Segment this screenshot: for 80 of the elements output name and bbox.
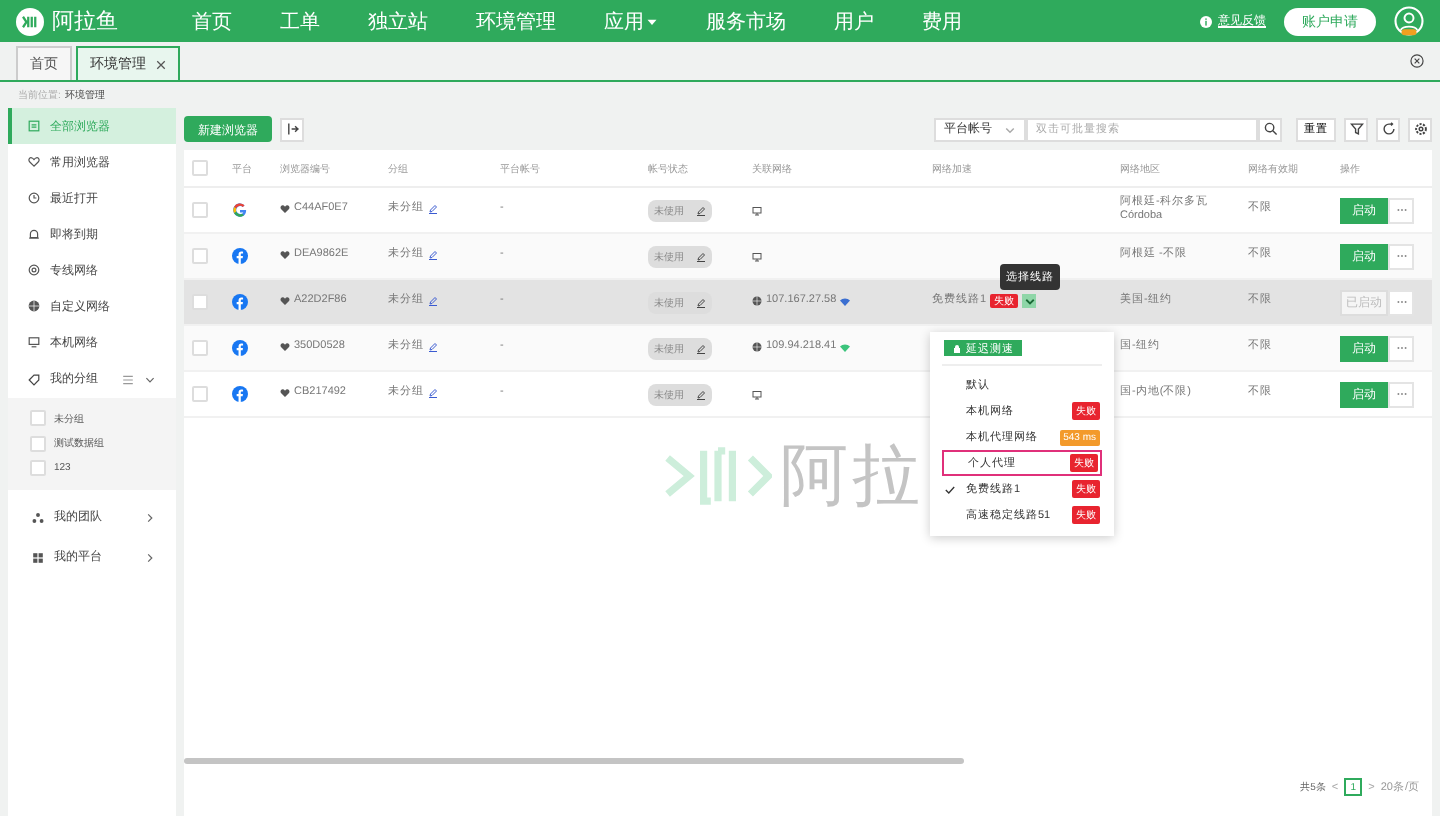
globe-icon bbox=[28, 300, 40, 312]
heart-icon[interactable] bbox=[280, 250, 290, 261]
nav-link[interactable]: 用户 bbox=[810, 7, 898, 35]
close-icon[interactable] bbox=[1410, 54, 1424, 68]
edit-icon[interactable] bbox=[428, 342, 438, 353]
nav-link[interactable]: 独立站 bbox=[344, 7, 452, 35]
edit-icon[interactable] bbox=[428, 296, 438, 307]
facebook-icon bbox=[232, 386, 248, 402]
grid-icon bbox=[32, 551, 44, 563]
filter-icon bbox=[1349, 122, 1363, 136]
nav-link[interactable]: 应用 bbox=[580, 7, 682, 35]
globe-icon bbox=[752, 342, 762, 353]
watermark-text: 阿拉 bbox=[780, 436, 924, 518]
app-name: 阿拉鱼 bbox=[52, 8, 118, 36]
edit-icon[interactable] bbox=[428, 204, 438, 215]
caret-icon bbox=[646, 15, 658, 27]
check-icon bbox=[944, 483, 956, 495]
edit-icon[interactable] bbox=[428, 250, 438, 261]
search-icon bbox=[1263, 122, 1277, 136]
chevron-icon bbox=[1004, 123, 1016, 135]
edit-icon[interactable] bbox=[696, 297, 706, 307]
refresh-icon bbox=[1381, 122, 1395, 136]
edit-icon[interactable] bbox=[696, 389, 706, 399]
checkbox[interactable] bbox=[30, 460, 46, 477]
list-icon[interactable] bbox=[122, 373, 134, 385]
tag-icon bbox=[28, 373, 40, 385]
chevron-icon bbox=[144, 373, 156, 385]
chevron-icon bbox=[144, 511, 156, 523]
team-icon bbox=[32, 511, 44, 523]
heart-icon[interactable] bbox=[280, 388, 290, 399]
settings-button[interactable] bbox=[1408, 117, 1432, 141]
edit-icon[interactable] bbox=[696, 205, 706, 215]
heart-icon[interactable] bbox=[280, 296, 290, 307]
nav-link[interactable]: 费用 bbox=[898, 7, 986, 35]
avatar-icon[interactable] bbox=[1394, 6, 1424, 36]
refresh-button[interactable] bbox=[1376, 117, 1400, 141]
nav-link[interactable]: 环境管理 bbox=[452, 7, 580, 35]
settings-icon bbox=[1413, 122, 1427, 136]
edit-icon[interactable] bbox=[428, 388, 438, 399]
nav-link[interactable]: 工单 bbox=[256, 7, 344, 35]
chevron-icon bbox=[144, 551, 156, 563]
close-icon[interactable] bbox=[156, 59, 166, 69]
edit-icon[interactable] bbox=[696, 251, 706, 261]
checkbox[interactable] bbox=[192, 386, 208, 402]
checkbox[interactable] bbox=[192, 340, 208, 356]
nav-link[interactable]: 首页 bbox=[176, 7, 256, 35]
alarm-icon bbox=[28, 228, 40, 240]
facebook-icon bbox=[232, 248, 248, 264]
chevron-icon bbox=[1023, 295, 1036, 308]
lock-icon bbox=[952, 343, 962, 353]
checkbox[interactable] bbox=[192, 202, 208, 218]
line-select-button[interactable] bbox=[1022, 294, 1037, 309]
export-icon bbox=[285, 122, 299, 136]
facebook-icon bbox=[232, 294, 248, 310]
facebook-icon bbox=[232, 340, 248, 356]
edit-icon[interactable] bbox=[696, 343, 706, 353]
nav-link[interactable]: 服务市场 bbox=[682, 7, 810, 35]
list-icon bbox=[28, 120, 40, 132]
checkbox[interactable] bbox=[30, 435, 46, 452]
globe-icon bbox=[752, 296, 762, 307]
clock-icon bbox=[28, 192, 40, 204]
checkbox[interactable] bbox=[30, 410, 46, 427]
filter-button[interactable] bbox=[1344, 117, 1368, 141]
target-icon bbox=[28, 264, 40, 276]
google-icon bbox=[232, 202, 248, 218]
monitor-icon bbox=[752, 205, 762, 215]
info-icon bbox=[1200, 15, 1212, 27]
monitor-icon bbox=[752, 251, 762, 261]
heart-icon[interactable] bbox=[280, 204, 290, 215]
monitor-icon bbox=[28, 336, 40, 348]
heart-icon bbox=[28, 156, 40, 168]
monitor-icon bbox=[752, 389, 762, 399]
checkbox[interactable] bbox=[192, 160, 208, 176]
checkbox[interactable] bbox=[192, 294, 208, 310]
checkbox[interactable] bbox=[192, 248, 208, 264]
scrollbar[interactable] bbox=[184, 758, 964, 764]
export-button[interactable] bbox=[280, 117, 304, 141]
heart-icon[interactable] bbox=[280, 342, 290, 353]
search-button[interactable] bbox=[1258, 117, 1282, 141]
logo-icon bbox=[16, 7, 44, 35]
